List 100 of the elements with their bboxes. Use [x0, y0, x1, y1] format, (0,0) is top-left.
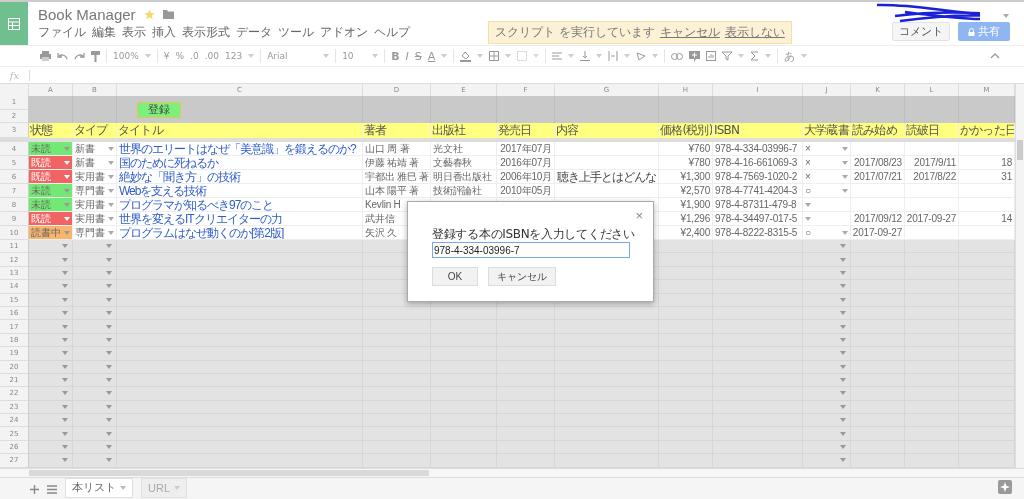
menu-item[interactable]: 編集 — [92, 24, 116, 41]
sheet-cell[interactable] — [959, 414, 1015, 428]
link-icon[interactable] — [671, 52, 684, 60]
status-dropdown[interactable]: 未読 — [29, 142, 73, 156]
caret-icon[interactable] — [64, 188, 70, 193]
title-link[interactable]: 世界を変えるITクリエイターの力 — [117, 212, 363, 226]
caret-icon[interactable] — [106, 337, 112, 342]
fill-color-icon[interactable] — [460, 50, 472, 62]
caret-icon[interactable] — [840, 364, 846, 369]
horizontal-scrollbar[interactable] — [0, 467, 1024, 477]
sheet-cell[interactable] — [803, 387, 851, 401]
caret-icon[interactable] — [106, 311, 112, 316]
sheet-cell[interactable] — [959, 320, 1015, 334]
type-dropdown[interactable]: 実用書 — [73, 170, 117, 184]
caret-icon[interactable] — [62, 324, 68, 329]
sheet-cell[interactable] — [959, 253, 1015, 267]
caret-icon[interactable] — [652, 54, 659, 58]
sigma-icon[interactable] — [750, 51, 760, 61]
sheet-cell[interactable]: 文藝春秋 — [431, 156, 497, 170]
sheet-cell[interactable] — [497, 96, 555, 110]
sheet-cell[interactable] — [959, 96, 1015, 110]
caret-icon[interactable] — [842, 174, 848, 179]
sheet-cell[interactable] — [29, 96, 73, 110]
caret-icon[interactable] — [62, 351, 68, 356]
sheet-cell[interactable] — [713, 454, 803, 468]
chart-icon[interactable] — [706, 51, 717, 61]
caret-icon[interactable] — [106, 404, 112, 409]
type-dropdown[interactable]: 新書 — [73, 156, 117, 170]
sheet-cell[interactable] — [959, 427, 1015, 441]
caret-icon[interactable] — [840, 391, 846, 396]
caret-icon[interactable] — [106, 324, 112, 329]
header-cell[interactable]: タイトル — [117, 123, 363, 138]
sheet-cell[interactable]: 登録 — [117, 96, 363, 123]
library-dropdown[interactable]: × — [803, 156, 851, 170]
sheet-cell[interactable]: ¥1,300 — [659, 170, 713, 184]
caret-icon[interactable] — [840, 324, 846, 329]
caret-icon[interactable] — [62, 418, 68, 423]
sheet-cell[interactable]: 聴き上手とはどんな — [555, 170, 659, 184]
header-cell[interactable]: 発売日 — [497, 123, 555, 138]
caret-icon[interactable] — [108, 146, 114, 151]
caret-icon[interactable] — [842, 188, 848, 193]
sheet-cell[interactable] — [73, 454, 117, 468]
menu-item[interactable]: ヘルプ — [374, 24, 410, 41]
sheet-cell[interactable] — [73, 96, 117, 110]
header-cell[interactable]: かかった日 — [959, 123, 1015, 138]
sheet-cell[interactable]: 978-4-16-661069-3 — [713, 156, 803, 170]
merge-cells-icon[interactable] — [517, 51, 528, 61]
caret-icon[interactable] — [106, 418, 112, 423]
sheet-cell[interactable] — [29, 320, 73, 334]
caret-icon[interactable] — [62, 311, 68, 316]
sheet-cell[interactable] — [29, 280, 73, 294]
sheet-cell[interactable]: 2017/08/23 — [851, 156, 905, 170]
title-link[interactable]: プログラマが知るべき97のこと — [117, 198, 363, 212]
text-rotate-icon[interactable] — [636, 51, 647, 61]
caret-icon[interactable] — [62, 378, 68, 383]
sheet-cell[interactable] — [713, 240, 803, 254]
caret-icon[interactable] — [801, 54, 808, 58]
caret-icon[interactable] — [533, 54, 540, 58]
notification-link[interactable]: キャンセル — [659, 24, 720, 41]
caret-icon[interactable] — [62, 458, 68, 463]
sheet-cell[interactable] — [959, 387, 1015, 401]
menu-item[interactable]: 表示 — [122, 24, 146, 41]
sheet-cell[interactable]: 光文社 — [431, 142, 497, 156]
sheet-cell[interactable] — [73, 280, 117, 294]
caret-icon[interactable] — [62, 337, 68, 342]
caret-icon[interactable] — [765, 54, 772, 58]
library-dropdown[interactable]: ○ — [803, 184, 851, 198]
caret-icon[interactable] — [106, 244, 112, 249]
sheet-cell[interactable] — [555, 96, 659, 110]
caret-icon[interactable] — [62, 244, 68, 249]
caret-icon[interactable] — [840, 378, 846, 383]
caret-icon[interactable] — [106, 431, 112, 436]
sheet-cell[interactable] — [959, 454, 1015, 468]
sheet-cell[interactable] — [803, 280, 851, 294]
sheet-cell[interactable] — [803, 454, 851, 468]
collapse-icon[interactable] — [990, 53, 1000, 59]
caret-icon[interactable] — [441, 54, 448, 58]
sheet-cell[interactable]: ¥2,570 — [659, 184, 713, 198]
sheet-cell[interactable] — [73, 253, 117, 267]
notification-link[interactable]: 表示しない — [724, 24, 785, 41]
status-dropdown[interactable]: 未読 — [29, 198, 73, 212]
caret-icon[interactable] — [62, 364, 68, 369]
caret-icon[interactable] — [840, 404, 846, 409]
sheet-cell[interactable]: 2017/07/21 — [851, 170, 905, 184]
status-dropdown[interactable]: 読書中 — [29, 226, 73, 240]
sheet-cell[interactable] — [851, 454, 905, 468]
caret-icon[interactable] — [106, 297, 112, 302]
menu-item[interactable]: ファイル — [38, 24, 86, 41]
sheet-cell[interactable] — [959, 347, 1015, 361]
sheet-cell[interactable] — [803, 414, 851, 428]
sheet-cell[interactable] — [363, 454, 431, 468]
sheet-cell[interactable]: 978-4-87311-479-8 — [713, 198, 803, 212]
sheet-cell[interactable] — [117, 454, 363, 468]
sheet-cell[interactable] — [29, 414, 73, 428]
caret-icon[interactable] — [64, 230, 70, 235]
caret-icon[interactable] — [62, 270, 68, 275]
caret-icon[interactable] — [62, 391, 68, 396]
caret-icon[interactable] — [840, 311, 846, 316]
caret-icon[interactable] — [106, 351, 112, 356]
sheet-cell[interactable]: ¥760 — [659, 142, 713, 156]
